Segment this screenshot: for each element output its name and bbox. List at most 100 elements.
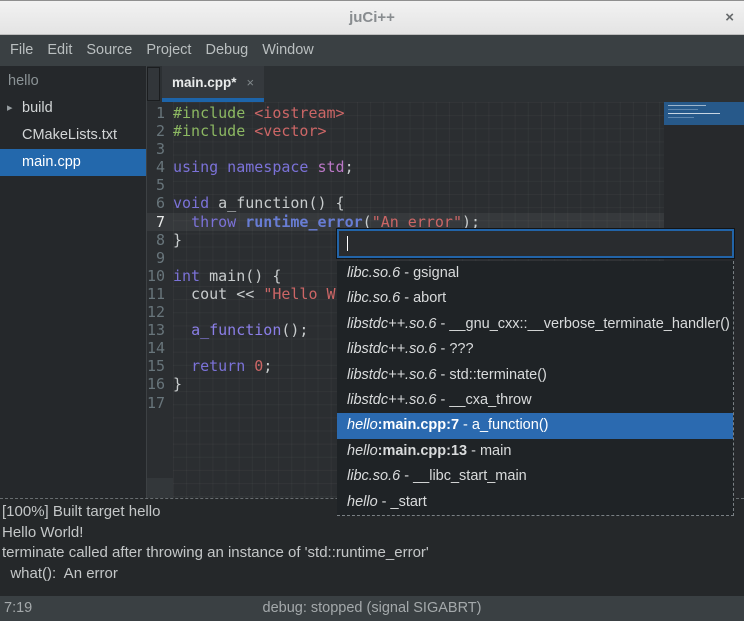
code-token: #include: [173, 104, 254, 122]
backtrace-popup: libc.so.6 - gsignallibc.so.6 - abortlibs…: [337, 229, 734, 516]
code-token: ();: [281, 321, 308, 339]
backtrace-item[interactable]: hello - _start: [337, 490, 733, 515]
code-token: [173, 321, 191, 339]
line-number: 10: [147, 267, 165, 285]
backtrace-module: hello: [347, 494, 378, 510]
menu-item-debug[interactable]: Debug: [198, 35, 255, 66]
menubar: FileEditSourceProjectDebugWindow: [0, 35, 744, 66]
tabbar: main.cpp* ×: [147, 66, 744, 102]
expand-arrow-icon[interactable]: ▸: [7, 95, 13, 122]
sidebar-item-build[interactable]: ▸ build: [0, 95, 146, 122]
tab-main-cpp[interactable]: main.cpp* ×: [162, 66, 264, 102]
line-number: 7: [147, 213, 165, 231]
backtrace-item[interactable]: libc.so.6 - abort: [337, 286, 733, 311]
code-token: "Hello W: [263, 285, 335, 303]
menu-item-file[interactable]: File: [3, 35, 40, 66]
line-number-gutter: 1234567891011121314151617: [147, 104, 165, 412]
code-token: }: [173, 375, 182, 393]
backtrace-module: libstdc++.so.6: [347, 392, 436, 408]
sidebar-item-label: build: [22, 100, 53, 116]
code-token: <vector>: [254, 122, 326, 140]
menu-item-project[interactable]: Project: [139, 35, 198, 66]
code-token: [173, 357, 191, 375]
backtrace-module: libstdc++.so.6: [347, 367, 436, 383]
line-number: 17: [147, 394, 165, 412]
line-number: 8: [147, 231, 165, 249]
line-number: 15: [147, 357, 165, 375]
code-token: "An error": [372, 213, 462, 231]
line-number: 1: [147, 104, 165, 122]
statusbar: 7:19 debug: stopped (signal SIGABRT): [0, 596, 744, 621]
line-number: 12: [147, 303, 165, 321]
backtrace-item[interactable]: hello:main.cpp:7 - a_function(): [337, 413, 733, 438]
code-token: #include: [173, 122, 254, 140]
line-number: 16: [147, 375, 165, 393]
code-token: <iostream>: [254, 104, 344, 122]
backtrace-item[interactable]: libstdc++.so.6 - __gnu_cxx::__verbose_te…: [337, 312, 733, 337]
backtrace-module: libc.so.6: [347, 468, 400, 484]
sidebar-item-cmakelists-txt[interactable]: CMakeLists.txt: [0, 122, 146, 149]
backtrace-symbol: - _start: [378, 494, 427, 510]
backtrace-module: libstdc++.so.6: [347, 341, 436, 357]
backtrace-item[interactable]: libc.so.6 - gsignal: [337, 261, 733, 286]
backtrace-symbol: - __gnu_cxx::__verbose_terminate_handler…: [436, 316, 729, 332]
line-number: 14: [147, 339, 165, 357]
code-token: 0: [254, 357, 263, 375]
code-token: ;: [345, 158, 354, 176]
debug-status: debug: stopped (signal SIGABRT): [0, 600, 744, 616]
backtrace-item[interactable]: libstdc++.so.6 - __cxa_throw: [337, 388, 733, 413]
code-line: #include <vector>: [173, 122, 480, 140]
code-line: #include <iostream>: [173, 104, 480, 122]
minimap-code-line: [668, 117, 694, 118]
sidebar-item-label: main.cpp: [22, 154, 81, 170]
backtrace-symbol: - ???: [436, 341, 473, 357]
backtrace-item[interactable]: libstdc++.so.6 - ???: [337, 337, 733, 362]
backtrace-location: :main.cpp:13: [378, 443, 467, 459]
code-token: a_function: [191, 321, 281, 339]
output-line: what(): An error: [2, 564, 744, 585]
line-number: 5: [147, 176, 165, 194]
backtrace-item[interactable]: hello:main.cpp:13 - main: [337, 439, 733, 464]
backtrace-item[interactable]: libstdc++.so.6 - std::terminate(): [337, 363, 733, 388]
backtrace-module: libstdc++.so.6: [347, 316, 436, 332]
backtrace-module: libc.so.6: [347, 265, 400, 281]
window-title: juCi++: [0, 9, 744, 26]
code-token: throw: [191, 213, 245, 231]
tab-close-icon[interactable]: ×: [247, 75, 255, 90]
backtrace-symbol: - __cxa_throw: [436, 392, 531, 408]
close-icon[interactable]: ×: [725, 9, 734, 27]
code-line: [173, 176, 480, 194]
menu-item-source[interactable]: Source: [79, 35, 139, 66]
line-number: 3: [147, 140, 165, 158]
menu-item-window[interactable]: Window: [255, 35, 321, 66]
minimap-code-line: [668, 113, 720, 114]
sidebar-item-label: CMakeLists.txt: [22, 127, 117, 143]
sidebar-item-main-cpp[interactable]: main.cpp: [0, 149, 146, 176]
line-number: 9: [147, 249, 165, 267]
code-token: }: [173, 231, 182, 249]
project-tree-items: ▸ build CMakeLists.txt main.cpp: [0, 95, 146, 176]
minimap-viewport[interactable]: [664, 102, 744, 125]
code-line: throw runtime_error("An error");: [173, 213, 480, 231]
code-line: using namespace std;: [173, 158, 480, 176]
juci-window: juCi++ × FileEditSourceProjectDebugWindo…: [0, 0, 744, 621]
project-tree-sidebar[interactable]: hello ▸buildCMakeLists.txtmain.cpp: [0, 66, 147, 498]
backtrace-item[interactable]: libc.so.6 - __libc_start_main: [337, 464, 733, 489]
backtrace-symbol: - a_function(): [459, 417, 548, 433]
minimap-code-line: [668, 109, 698, 110]
backtrace-symbol: - main: [467, 443, 511, 459]
text-caret: [347, 236, 348, 251]
code-token: runtime_error: [245, 213, 362, 231]
code-token: cout <<: [173, 285, 263, 303]
backtrace-symbol: - __libc_start_main: [400, 468, 527, 484]
backtrace-search-input[interactable]: [337, 229, 734, 258]
code-token: int: [173, 267, 200, 285]
titlebar: juCi++ ×: [0, 0, 744, 35]
backtrace-module: hello: [347, 417, 378, 433]
menu-item-edit[interactable]: Edit: [40, 35, 79, 66]
code-token: void: [173, 194, 209, 212]
line-number: 6: [147, 194, 165, 212]
code-token: return: [191, 357, 254, 375]
backtrace-module: hello: [347, 443, 378, 459]
code-token: [173, 213, 191, 231]
